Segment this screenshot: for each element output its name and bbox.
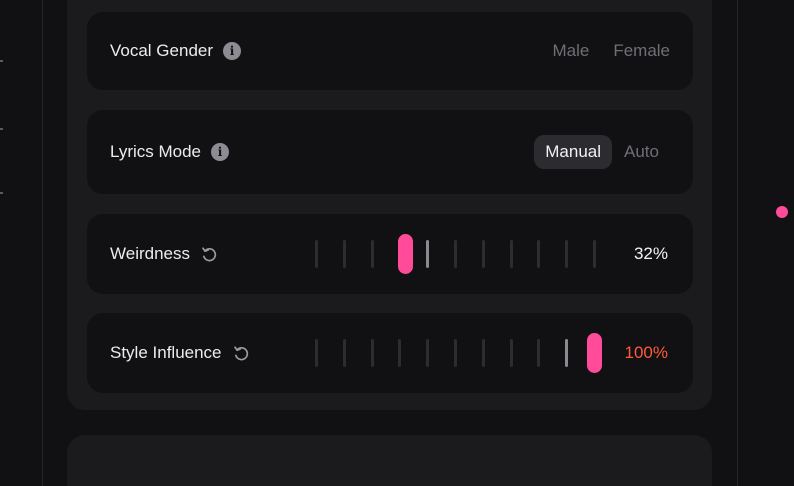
info-icon[interactable]: i — [223, 42, 242, 60]
style-influence-slider-tick — [481, 339, 485, 367]
weirdness-label-group: Weirdness — [110, 244, 219, 264]
lyrics-mode-selector: Manual Auto — [534, 135, 670, 169]
style-influence-slider-tick — [454, 339, 457, 367]
create-page: Vocal Gender i Male Female Lyrics Mode i… — [0, 0, 794, 486]
reset-icon[interactable] — [232, 344, 251, 363]
weirdness-slider-tick — [481, 240, 485, 268]
style-influence-slider-tick — [426, 339, 430, 367]
style-influence-slider[interactable] — [315, 333, 602, 373]
lyrics-mode-label: Lyrics Mode — [110, 142, 202, 161]
style-influence-slider-thumb[interactable] — [587, 333, 602, 373]
vocal-gender-row: Vocal Gender i Male Female — [87, 12, 693, 90]
style-influence-slider-tick — [537, 339, 541, 367]
style-influence-row: Style Influence 100% — [87, 313, 693, 393]
weirdness-slider-tick — [509, 240, 513, 268]
style-influence-slider-tick — [398, 339, 402, 367]
weirdness-slider-tick — [537, 240, 541, 268]
weirdness-slider-tick — [370, 240, 374, 268]
style-influence-slider-tick — [342, 339, 346, 367]
weirdness-slider[interactable] — [315, 234, 596, 274]
sidebar-edge-mark — [0, 128, 3, 130]
style-influence-label: Style Influence — [110, 343, 222, 362]
left-sidebar-edge — [0, 0, 43, 486]
weirdness-value: 32% — [633, 244, 668, 263]
lyrics-mode-auto-option[interactable]: Auto — [618, 135, 670, 169]
vocal-gender-label: Vocal Gender — [110, 41, 214, 60]
vocal-gender-label-group: Vocal Gender i — [110, 41, 242, 61]
style-influence-slider-tick — [370, 339, 374, 367]
weirdness-slider-tick — [593, 240, 596, 268]
weirdness-slider-tick — [315, 240, 318, 268]
vocal-gender-selector: Male Female — [534, 34, 670, 68]
style-influence-label-group: Style Influence — [110, 343, 251, 363]
style-influence-slider-tick — [509, 339, 513, 367]
sidebar-edge-mark — [0, 60, 3, 62]
weirdness-slider-tick — [565, 240, 569, 268]
style-influence-slider-tick — [315, 339, 318, 367]
weirdness-slider-tick — [454, 240, 457, 268]
style-influence-value: 100% — [624, 343, 668, 362]
weirdness-row: Weirdness 32% — [87, 214, 693, 294]
weirdness-slider-thumb[interactable] — [397, 234, 413, 274]
right-pane-edge — [737, 0, 794, 486]
sidebar-edge-mark — [0, 192, 3, 194]
info-icon[interactable]: i — [211, 143, 230, 161]
active-indicator-dot — [776, 206, 788, 218]
vocal-gender-female-option[interactable]: Female — [595, 34, 670, 68]
lyrics-mode-label-group: Lyrics Mode i — [110, 142, 230, 162]
weirdness-slider-tick — [426, 240, 430, 268]
next-section-panel — [67, 435, 712, 486]
vocal-gender-male-option[interactable]: Male — [534, 34, 589, 68]
weirdness-slider-tick — [342, 240, 346, 268]
reset-icon[interactable] — [200, 245, 219, 264]
style-influence-slider-tick — [565, 339, 569, 367]
lyrics-mode-manual-option[interactable]: Manual — [534, 135, 613, 169]
weirdness-label: Weirdness — [110, 244, 190, 263]
lyrics-mode-row: Lyrics Mode i Manual Auto — [87, 110, 693, 194]
